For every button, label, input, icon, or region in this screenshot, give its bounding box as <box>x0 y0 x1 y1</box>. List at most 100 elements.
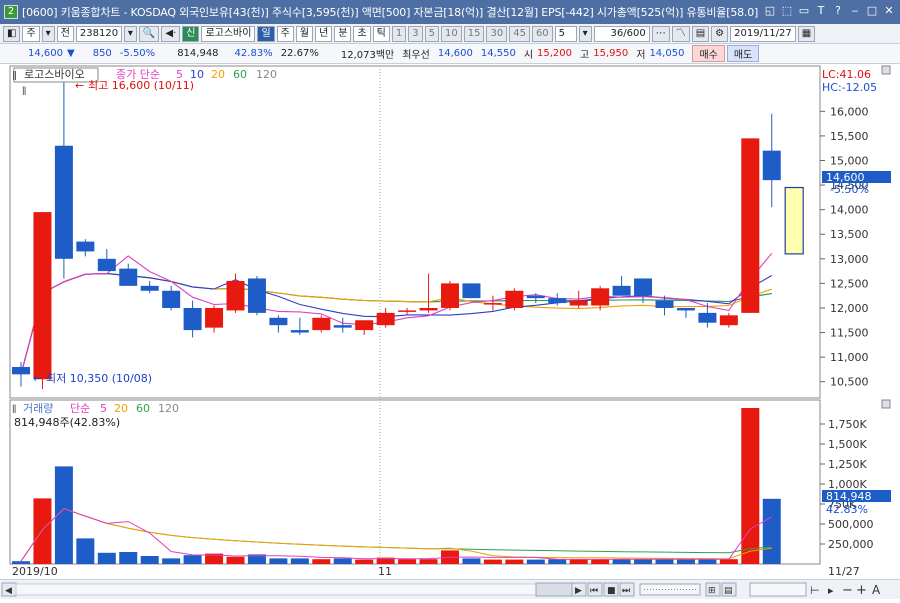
minimize-icon[interactable]: ‒ <box>848 4 862 18</box>
font-size-icon[interactable]: T <box>814 4 828 18</box>
volume-panel-name: 거래량 <box>23 402 53 415</box>
minute-30-button[interactable]: 30 <box>486 25 508 42</box>
volume-bar <box>355 559 374 564</box>
minute-1-button[interactable]: 1 <box>391 25 407 42</box>
interval-dropdown-icon[interactable]: ▾ <box>578 25 592 42</box>
volume-bar <box>762 498 781 564</box>
market-select[interactable]: 주 <box>22 25 40 42</box>
minute-3-button[interactable]: 3 <box>408 25 423 42</box>
range-count-input[interactable]: 36/600 <box>593 25 650 42</box>
sell-button[interactable]: 매도 <box>726 45 760 62</box>
panel-collapse-icon[interactable]: ǁ <box>12 70 17 81</box>
buy-button[interactable]: 매수 <box>692 45 725 62</box>
chart-toolbar: ◧ 주 ▾ 전 238120 ▾ 🔍 ◀· 신 로고스바이 일 주 월 년 분 … <box>0 24 900 44</box>
volume-panel-collapse-icon[interactable]: ǁ <box>12 404 16 414</box>
low-label: 저 <box>636 50 646 61</box>
date-input[interactable]: 2019/11/27 <box>730 25 796 42</box>
volume-bar <box>655 559 674 564</box>
price-change: 850 <box>92 48 112 59</box>
candle-body <box>333 325 352 328</box>
period-tick-tab[interactable]: 틱 <box>372 25 390 42</box>
volume-ratio: 42.83% <box>234 48 273 59</box>
minute-15-button[interactable]: 15 <box>463 25 485 42</box>
period-daily-tab[interactable]: 일 <box>257 25 275 42</box>
maximize-icon[interactable]: □ <box>865 4 879 18</box>
ma-period-60: 60 <box>233 68 247 81</box>
minute-10-button[interactable]: 10 <box>441 25 462 42</box>
speed-slider[interactable] <box>639 583 701 596</box>
zoom-fit-icon: ⊞ <box>708 586 716 596</box>
period-minute-tab[interactable]: 분 <box>334 25 352 42</box>
market-sub-select[interactable]: 전 <box>56 25 74 42</box>
market-dropdown-icon[interactable]: ▾ <box>41 25 55 42</box>
zoom-slider-icon[interactable]: ⊢ <box>810 584 820 597</box>
zoom-in-icon[interactable]: + <box>856 583 867 598</box>
volume-bar <box>119 552 138 564</box>
stock-chart[interactable]: ǁ 로고스바이오 종가 단순 5 10 20 60 120 ǁ ← 최고 16,… <box>0 64 900 579</box>
current-pct-axis-label: -5.50% <box>830 183 869 196</box>
lc-label: LC:41.06 <box>822 68 871 81</box>
help-icon[interactable]: ? <box>831 4 845 18</box>
tools-icon[interactable]: ⋯ <box>651 25 670 42</box>
candle-body <box>762 150 781 181</box>
hc-label: HC:-12.05 <box>822 81 877 94</box>
minute-5-button[interactable]: 5 <box>424 25 439 42</box>
code-dropdown-icon[interactable]: ▾ <box>123 25 137 42</box>
low-arrow-icon: ← <box>33 372 42 385</box>
price-axis-label: 14,000 <box>830 204 869 217</box>
interval-input[interactable]: 5 <box>554 25 577 42</box>
candle-body <box>12 366 30 375</box>
stock-name-field: 로고스바이 <box>201 25 256 42</box>
price-panel-scroll-up[interactable] <box>881 65 891 75</box>
font-size-control-icon[interactable]: A <box>872 583 881 597</box>
window-icon[interactable]: ▭ <box>797 4 811 18</box>
period-weekly-tab[interactable]: 주 <box>276 25 294 42</box>
window-controls: ◱ ⬚ ▭ T ? ‒ □ ✕ <box>763 4 896 18</box>
stock-code-input[interactable]: 238120 <box>75 25 122 42</box>
compare-icon[interactable]: 〽 <box>671 25 690 42</box>
best-quote-label: 최우선 <box>402 50 430 61</box>
high-arrow-icon: ← <box>75 79 84 92</box>
window-title: [0600] 키움종합차트 - KOSDAQ 외국인보유[43(천)] 주식수[… <box>22 6 759 19</box>
volume-bar <box>634 559 653 564</box>
scroll-thumb[interactable] <box>535 582 573 597</box>
candle-body <box>676 307 695 311</box>
minute-45-button[interactable]: 45 <box>509 25 530 42</box>
low-price: 14,050 <box>649 48 685 59</box>
search-icon[interactable]: 🔍 <box>138 25 160 42</box>
volume-bar <box>462 558 481 564</box>
candle-body <box>76 241 95 252</box>
period-second-tab[interactable]: 초 <box>353 25 371 42</box>
candle-body <box>591 288 610 306</box>
best-ask: 14,600 <box>437 48 473 59</box>
calendar-icon[interactable]: ▦ <box>797 25 816 42</box>
layout-icon[interactable]: ◧ <box>3 25 21 42</box>
period-monthly-tab[interactable]: 월 <box>295 25 314 42</box>
candle-body <box>483 303 502 305</box>
save-icon[interactable]: ▤ <box>691 25 710 42</box>
volume-bar <box>741 408 760 564</box>
price-axis-label: 11,000 <box>830 351 869 364</box>
restore-icon[interactable]: ⬚ <box>780 4 794 18</box>
volume-value: 814,948 <box>177 48 219 59</box>
sound-icon[interactable]: ◀· <box>161 25 181 42</box>
volume-bar <box>12 561 30 564</box>
quote-bar: 14,600 ▼ 850 -5.50% 814,948 42.83% 22.67… <box>0 44 900 64</box>
scroll-end-icon[interactable]: ▸ <box>828 584 834 597</box>
candle-body <box>290 330 309 333</box>
period-yearly-tab[interactable]: 년 <box>315 25 333 42</box>
current-price: 14,600 <box>28 48 63 59</box>
volume-panel-scroll-up[interactable] <box>881 399 891 409</box>
scroll-track[interactable] <box>15 583 537 596</box>
current-volume-pct-label: 42.83% <box>826 503 868 516</box>
zoom-slider[interactable] <box>749 582 807 597</box>
zoom-out-icon[interactable]: − <box>842 583 853 598</box>
candle-body <box>741 138 760 313</box>
link-icon[interactable]: ◱ <box>763 4 777 18</box>
volume-bar <box>162 558 181 564</box>
new-listing-badge: 신 <box>182 25 200 42</box>
volume-bar <box>312 559 331 564</box>
close-icon[interactable]: ✕ <box>882 4 896 18</box>
minute-60-button[interactable]: 60 <box>531 25 553 42</box>
settings-icon[interactable]: ⚙ <box>711 25 729 42</box>
